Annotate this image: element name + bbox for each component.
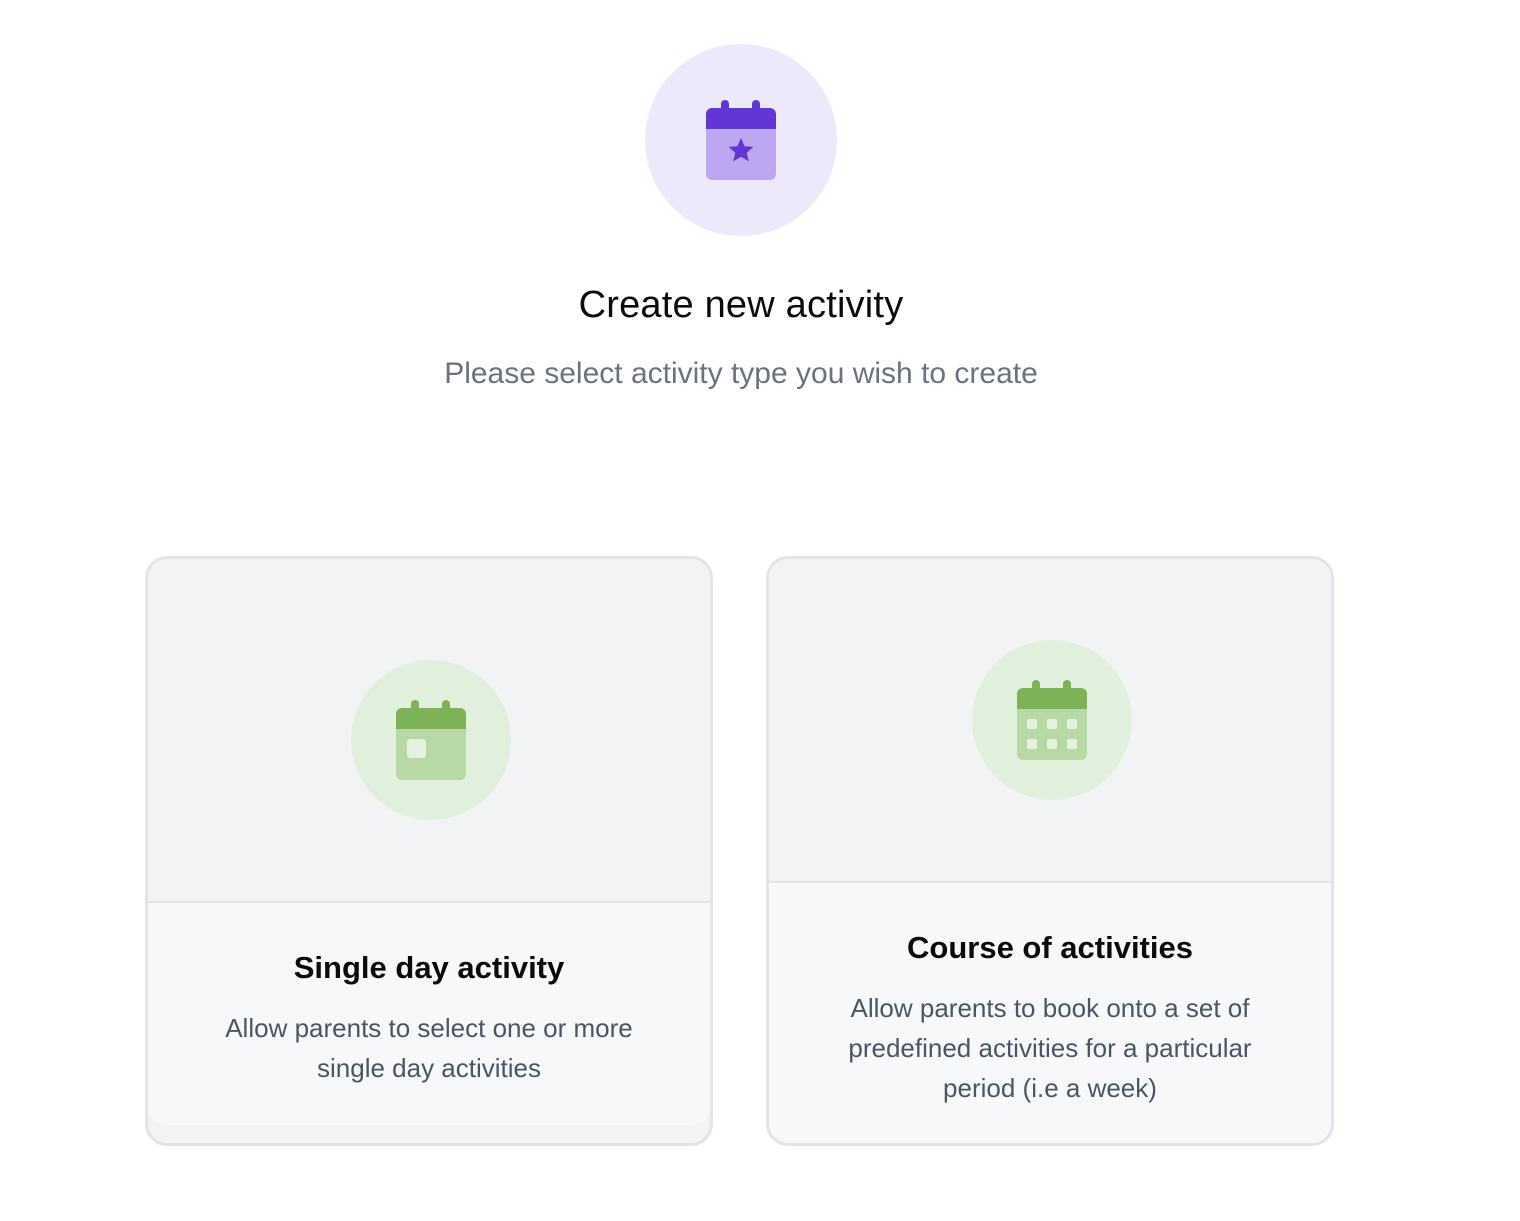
calendar-single-day-icon bbox=[396, 700, 466, 780]
activity-hero-icon-circle bbox=[645, 44, 837, 236]
course-of-activities-card[interactable]: Course of activities Allow parents to bo… bbox=[766, 556, 1334, 1146]
card-icon-circle bbox=[972, 640, 1132, 800]
calendar-star-icon bbox=[706, 100, 776, 180]
card-illustration-area bbox=[769, 559, 1331, 883]
card-description: Allow parents to book onto a set of pred… bbox=[848, 993, 1252, 1103]
calendar-grid-icon bbox=[1017, 680, 1087, 760]
card-title: Course of activities bbox=[907, 930, 1193, 965]
card-text-area: Course of activities Allow parents to bo… bbox=[769, 883, 1331, 1143]
card-description: Allow parents to select one or more sing… bbox=[225, 1013, 633, 1083]
single-day-activity-card[interactable]: Single day activity Allow parents to sel… bbox=[145, 556, 713, 1146]
page-title: Create new activity bbox=[578, 284, 904, 326]
card-icon-circle bbox=[351, 660, 511, 820]
card-illustration-area bbox=[148, 559, 710, 903]
page-subtitle: Please select activity type you wish to … bbox=[444, 357, 1038, 390]
card-text-area: Single day activity Allow parents to sel… bbox=[148, 903, 710, 1125]
card-title: Single day activity bbox=[293, 950, 565, 985]
